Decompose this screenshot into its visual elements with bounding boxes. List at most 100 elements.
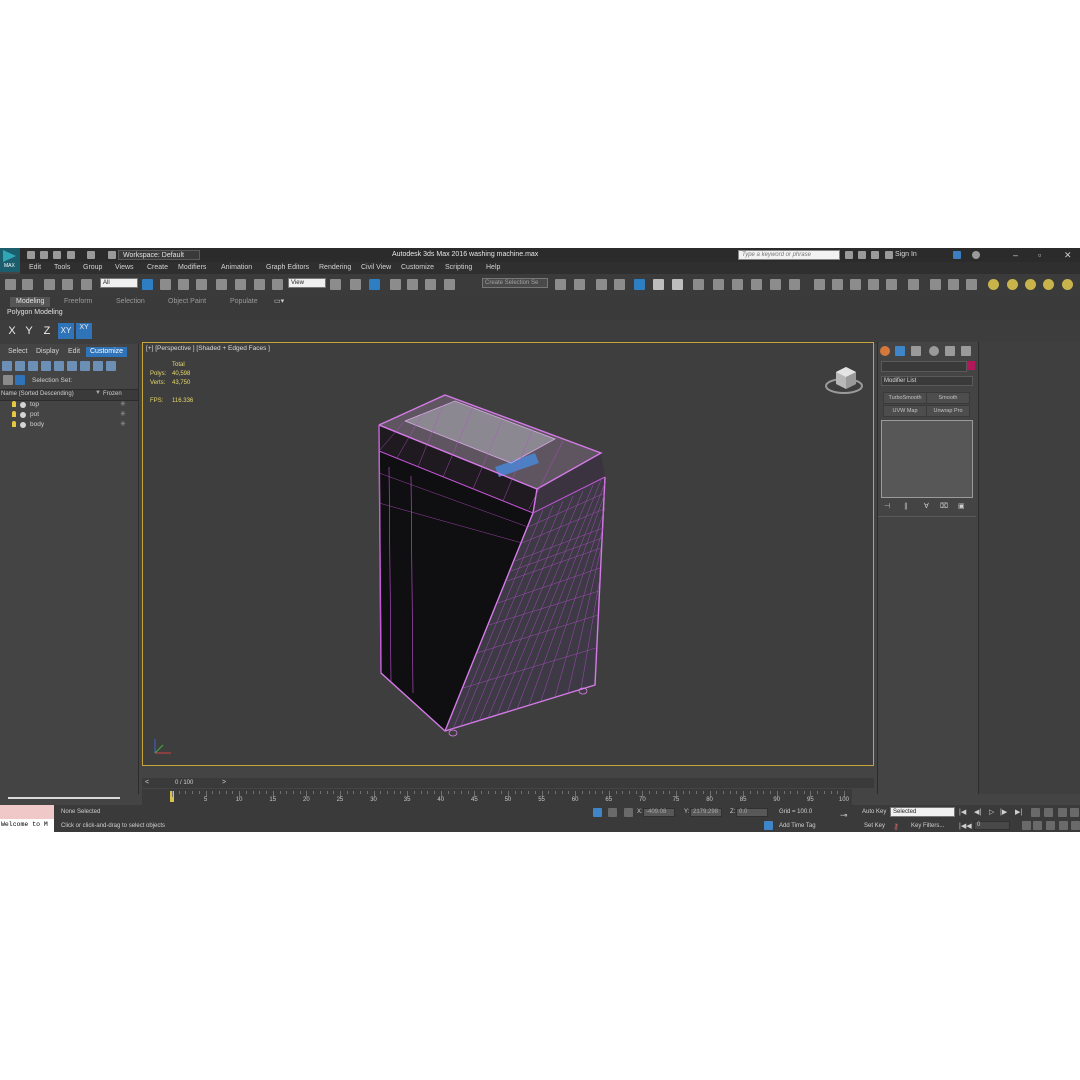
selection-filter-dropdown[interactable]: All [100, 278, 138, 288]
auto-key-button[interactable]: Auto Key [862, 809, 886, 815]
menu-customize[interactable]: Customize [401, 264, 434, 271]
modifier-stack[interactable] [881, 420, 973, 498]
y-coordinate-field[interactable]: 2179.298 [690, 808, 722, 817]
next-frame-icon[interactable]: > [222, 779, 226, 786]
layer-explorer-icon[interactable] [596, 279, 607, 290]
close-icon[interactable]: ✕ [1064, 250, 1072, 261]
time-configuration-icon[interactable] [1022, 821, 1031, 830]
render-iterative-icon[interactable] [770, 279, 781, 290]
zoom-extents-icon[interactable] [1058, 808, 1067, 817]
unlink-icon[interactable] [62, 279, 73, 290]
redo-icon[interactable] [22, 279, 33, 290]
display-space-warps-icon[interactable] [106, 361, 116, 371]
display-all-icon[interactable] [15, 361, 25, 371]
invert-display-icon[interactable] [28, 361, 38, 371]
render-in-cloud-icon[interactable] [789, 279, 800, 290]
hierarchy-panel-icon[interactable] [911, 346, 921, 356]
perspective-viewport[interactable] [142, 342, 874, 766]
reactor-icon[interactable] [930, 279, 941, 290]
select-and-rotate-icon[interactable] [235, 279, 246, 290]
render-setup-icon[interactable] [713, 279, 724, 290]
named-selection-dropdown[interactable]: Create Selection Se [482, 278, 548, 288]
keyboard-shortcut-override-icon[interactable] [369, 279, 380, 290]
display-lights-icon[interactable] [67, 361, 77, 371]
explorer-tab-display[interactable]: Display [36, 348, 59, 355]
exchange-apps-icon[interactable] [953, 251, 961, 259]
spinner-snap-icon[interactable] [444, 279, 455, 290]
menu-modifiers[interactable]: Modifiers [178, 264, 206, 271]
object-name-field[interactable] [881, 361, 967, 372]
dome-light-icon[interactable] [1007, 279, 1018, 290]
light-lister-icon[interactable] [908, 279, 919, 290]
undo-icon[interactable] [5, 279, 16, 290]
select-and-link-icon[interactable] [44, 279, 55, 290]
frozen-column-header[interactable]: Frozen [103, 391, 122, 397]
create-panel-icon[interactable] [880, 346, 890, 356]
key-mode-dropdown[interactable]: Selected [890, 807, 955, 817]
remove-modifier-icon[interactable]: ⌧ [940, 502, 948, 510]
sun-light-icon[interactable] [1043, 279, 1054, 290]
teapot-render-icon[interactable] [814, 279, 825, 290]
tree-row-pot[interactable]: pot ✳ [0, 410, 138, 420]
zoom-all-icon[interactable] [1044, 808, 1053, 817]
hierarchy-icon[interactable] [15, 375, 25, 385]
help-icon[interactable] [972, 251, 980, 259]
show-end-result-icon[interactable]: ∥ [904, 502, 908, 510]
time-slider[interactable] [142, 778, 874, 788]
constrain-xy-plane-button[interactable]: XY [76, 323, 92, 339]
maxscript-output[interactable]: Welcome to M [0, 819, 54, 832]
render-to-texture-icon[interactable] [868, 279, 879, 290]
binoculars-icon[interactable] [845, 251, 853, 259]
key-icon[interactable]: ⊸ [840, 810, 848, 821]
menu-group[interactable]: Group [83, 264, 102, 271]
smooth-button[interactable]: Smooth [926, 392, 970, 404]
modifier-list-dropdown[interactable]: Modifier List [881, 376, 973, 386]
mirror-icon[interactable] [555, 279, 566, 290]
window-crossing-icon[interactable] [196, 279, 207, 290]
rendered-frame-window-icon[interactable] [732, 279, 743, 290]
percent-snap-icon[interactable] [425, 279, 436, 290]
orbit-icon[interactable] [1059, 821, 1068, 830]
toggle-ribbon-icon[interactable] [634, 279, 645, 290]
menu-edit[interactable]: Edit [29, 264, 41, 271]
align-icon[interactable] [574, 279, 585, 290]
uvw-map-button[interactable]: UVW Map [883, 405, 927, 417]
angle-snap-icon[interactable] [407, 279, 418, 290]
ribbon-options-icon[interactable]: ▭▾ [274, 297, 284, 305]
menu-create[interactable]: Create [147, 264, 168, 271]
bind-space-warp-icon[interactable] [81, 279, 92, 290]
isolate-selection-icon[interactable] [593, 808, 602, 817]
menu-rendering[interactable]: Rendering [319, 264, 351, 271]
explorer-tab-customize[interactable]: Customize [86, 347, 128, 357]
zoom-extents-all-icon[interactable] [1070, 808, 1079, 817]
display-none-icon[interactable] [2, 361, 12, 371]
menu-help[interactable]: Help [486, 264, 500, 271]
display-helpers-icon[interactable] [93, 361, 103, 371]
freeze-icon[interactable]: ✳ [120, 420, 126, 428]
key-mode-toggle-icon[interactable]: |◀◀ [959, 822, 972, 830]
constrain-xy-button[interactable]: XY [58, 323, 74, 339]
constrain-y-button[interactable]: Y [21, 323, 37, 339]
scene-explorer-icon[interactable] [614, 279, 625, 290]
select-and-scale-icon[interactable] [254, 279, 265, 290]
name-column-header[interactable]: Name (Sorted Descending) [1, 391, 74, 397]
menu-animation[interactable]: Animation [221, 264, 252, 271]
goto-end-icon[interactable]: ▶| [1015, 808, 1022, 816]
constrain-z-button[interactable]: Z [39, 323, 55, 339]
restore-icon[interactable]: ▫ [1038, 250, 1041, 260]
x-coordinate-field[interactable]: -409.08 [643, 808, 675, 817]
select-by-name-icon[interactable] [160, 279, 171, 290]
explorer-tab-select[interactable]: Select [8, 348, 27, 355]
menu-civil-view[interactable]: Civil View [361, 264, 391, 271]
ribbon-tab-modeling[interactable]: Modeling [10, 297, 51, 307]
select-and-move-icon[interactable] [216, 279, 227, 290]
field-of-view-icon[interactable] [1033, 821, 1042, 830]
pin-stack-icon[interactable]: ⊣ [884, 502, 890, 510]
absolute-mode-icon[interactable] [624, 808, 633, 817]
menu-graph-editors[interactable]: Graph Editors [266, 264, 309, 271]
snaps-toggle-icon[interactable] [390, 279, 401, 290]
ribbon-tab-populate[interactable]: Populate [230, 298, 258, 305]
menu-views[interactable]: Views [115, 264, 134, 271]
current-frame-field[interactable]: 0 [974, 821, 1010, 830]
explorer-scrollbar[interactable] [8, 797, 120, 799]
